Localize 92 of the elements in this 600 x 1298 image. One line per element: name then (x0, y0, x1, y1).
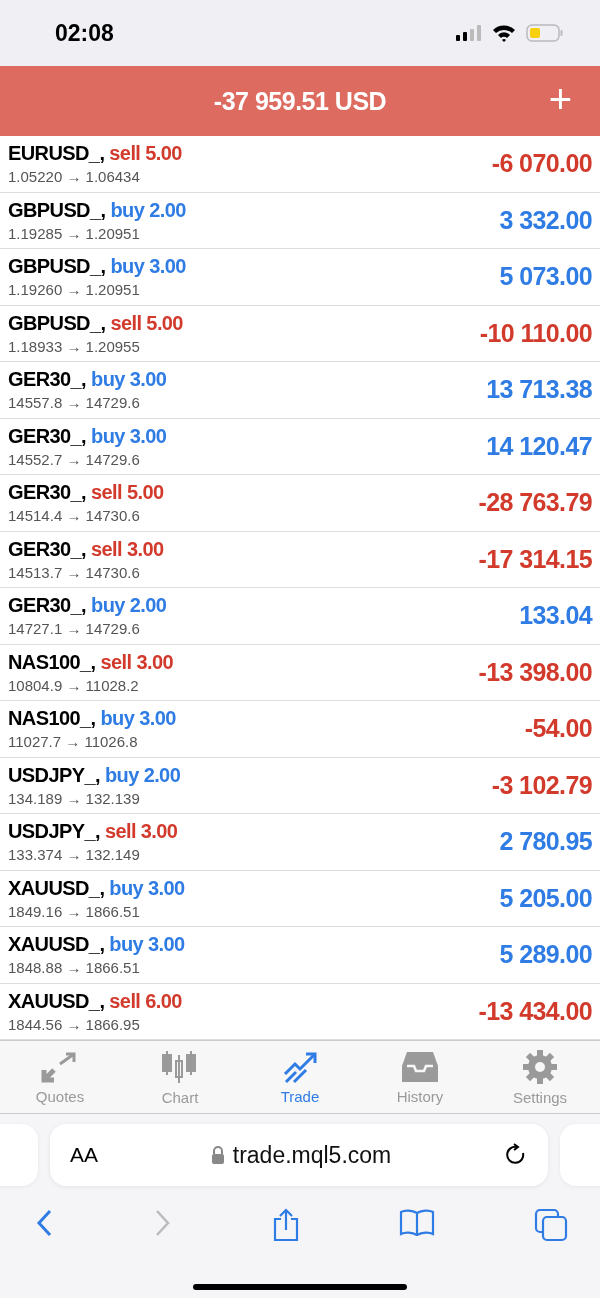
text-size-button[interactable]: AA (70, 1143, 98, 1167)
order-label: sell 3.00 (104, 820, 178, 844)
profit-value: 3 332.00 (499, 205, 592, 235)
clock-time: 02:08 (55, 19, 114, 47)
profit-value: 2 780.95 (499, 827, 592, 857)
balance-amount: -37 959.51 USD (213, 86, 387, 116)
position-row[interactable]: GER30_, buy 3.00 14557.8 → 14729.6 13 713.38 (0, 362, 600, 419)
symbol-label: GBPUSD_, (8, 311, 106, 335)
order-label: sell 5.00 (109, 142, 182, 166)
position-row[interactable]: USDJPY_, sell 3.00 133.374 → 132.149 2 780.95 (0, 814, 600, 871)
profit-value: 5 205.00 (499, 883, 592, 913)
position-row[interactable]: GER30_, buy 3.00 14552.7 → 14729.6 14 120.47 (0, 418, 600, 475)
price-range: 14557.8 → 14729.6 (8, 394, 141, 412)
symbol-label: USDJPY_, (8, 763, 100, 787)
position-row[interactable]: GBPUSD_, sell 5.00 1.18933 → 1.20955 -10 110.00 (0, 305, 600, 362)
back-chevron-icon (34, 1208, 54, 1238)
order-label: sell 3.00 (100, 650, 173, 674)
price-range: 14514.4 → 14730.6 (8, 507, 141, 525)
order-label: buy 3.00 (91, 424, 167, 448)
position-row[interactable]: GBPUSD_, buy 3.00 1.19260 → 1.20951 5 073.00 (0, 249, 600, 306)
symbol-label: GER30_, (8, 424, 87, 448)
position-row[interactable]: XAUUSD_, buy 3.00 1848.88 → 1866.51 5 289.00 (0, 927, 600, 984)
order-label: sell 3.00 (91, 537, 164, 561)
order-label: buy 2.00 (104, 763, 181, 787)
symbol-label: GBPUSD_, (8, 255, 106, 279)
order-label: sell 5.00 (110, 311, 183, 335)
symbol-label: GER30_, (8, 537, 87, 561)
order-label: buy 3.00 (109, 933, 185, 957)
address-bar[interactable]: AA trade.mql5.com (50, 1124, 548, 1186)
profit-value: -13 398.00 (478, 657, 592, 687)
order-label: buy 3.00 (109, 876, 185, 900)
price-range: 1.18933 → 1.20955 (8, 337, 141, 355)
position-row[interactable]: XAUUSD_, buy 3.00 1849.16 → 1866.51 5 205.00 (0, 870, 600, 927)
symbol-label: GBPUSD_, (8, 198, 106, 222)
profit-value: -6 070.00 (491, 149, 592, 179)
inbox-icon (401, 1049, 439, 1084)
symbol-label: GER30_, (8, 594, 87, 618)
profit-value: -13 434.00 (478, 996, 592, 1026)
price-range: 1.05220 → 1.06434 (8, 168, 141, 186)
position-row[interactable]: NAS100_, buy 3.00 11027.7 → 11026.8 -54.00 (0, 701, 600, 758)
order-label: sell 6.00 (109, 989, 182, 1013)
symbol-label: XAUUSD_, (8, 876, 105, 900)
symbol-label: GER30_, (8, 368, 87, 392)
position-row[interactable]: GER30_, sell 5.00 14514.4 → 14730.6 -28 763.79 (0, 475, 600, 532)
symbol-label: NAS100_, (8, 707, 96, 731)
order-label: buy 2.00 (91, 594, 167, 618)
battery-icon (526, 24, 564, 42)
order-label: buy 2.00 (110, 198, 186, 222)
order-label: sell 5.00 (91, 481, 164, 505)
order-label: buy 3.00 (110, 255, 186, 279)
price-range: 1849.16 → 1866.51 (8, 902, 141, 920)
symbol-label: EURUSD_, (8, 142, 105, 166)
url-text: trade.mql5.com (232, 1141, 392, 1169)
price-range: 10804.9 → 11028.2 (8, 676, 140, 694)
wifi-icon (492, 24, 516, 42)
price-range: 1844.56 → 1866.95 (8, 1015, 141, 1033)
order-label: buy 3.00 (91, 368, 167, 392)
price-range: 1848.88 → 1866.51 (8, 959, 141, 977)
price-range: 134.189 → 132.139 (8, 789, 141, 807)
signal-icon (456, 25, 482, 41)
profit-value: 13 713.38 (486, 375, 592, 405)
symbol-label: XAUUSD_, (8, 989, 105, 1013)
position-row[interactable]: EURUSD_, sell 5.00 1.05220 → 1.06434 -6 070.00 (0, 136, 600, 193)
profit-value: -3 102.79 (491, 770, 592, 800)
position-row[interactable]: GER30_, buy 2.00 14727.1 → 14729.6 133.04 (0, 588, 600, 645)
position-row[interactable]: GBPUSD_, buy 2.00 1.19285 → 1.20951 3 332.00 (0, 192, 600, 249)
price-range: 14513.7 → 14730.6 (8, 563, 141, 581)
position-row[interactable]: GER30_, sell 3.00 14513.7 → 14730.6 -17 314.15 (0, 531, 600, 588)
price-range: 133.374 → 132.149 (8, 846, 141, 864)
profit-value: -54.00 (524, 714, 592, 744)
tab-item[interactable]: Trade (240, 1041, 360, 1113)
profit-value: 5 289.00 (499, 940, 592, 970)
order-label: buy 3.00 (100, 707, 176, 731)
lock-icon (210, 1146, 225, 1164)
profit-value: 14 120.47 (486, 431, 592, 461)
settings-icon (522, 1048, 558, 1085)
position-row[interactable]: USDJPY_, buy 2.00 134.189 → 132.139 -3 102.79 (0, 757, 600, 814)
symbol-label: NAS100_, (8, 650, 96, 674)
profit-value: -28 763.79 (478, 488, 592, 518)
price-range: 14727.1 → 14729.6 (8, 620, 141, 638)
price-range: 11027.7 → 11026.8 (8, 733, 139, 751)
symbol-label: USDJPY_, (8, 820, 100, 844)
position-row[interactable]: NAS100_, sell 3.00 10804.9 → 11028.2 -13 398.00 (0, 644, 600, 701)
symbol-label: GER30_, (8, 481, 87, 505)
profit-value: 5 073.00 (499, 262, 592, 292)
profit-value: -17 314.15 (478, 544, 592, 574)
price-range: 1.19260 → 1.20951 (8, 281, 141, 299)
price-range: 1.19285 → 1.20951 (8, 224, 141, 242)
profit-value: 133.04 (519, 601, 592, 631)
symbol-label: XAUUSD_, (8, 933, 105, 957)
profit-value: -10 110.00 (479, 318, 592, 348)
price-range: 14552.7 → 14729.6 (8, 450, 141, 468)
